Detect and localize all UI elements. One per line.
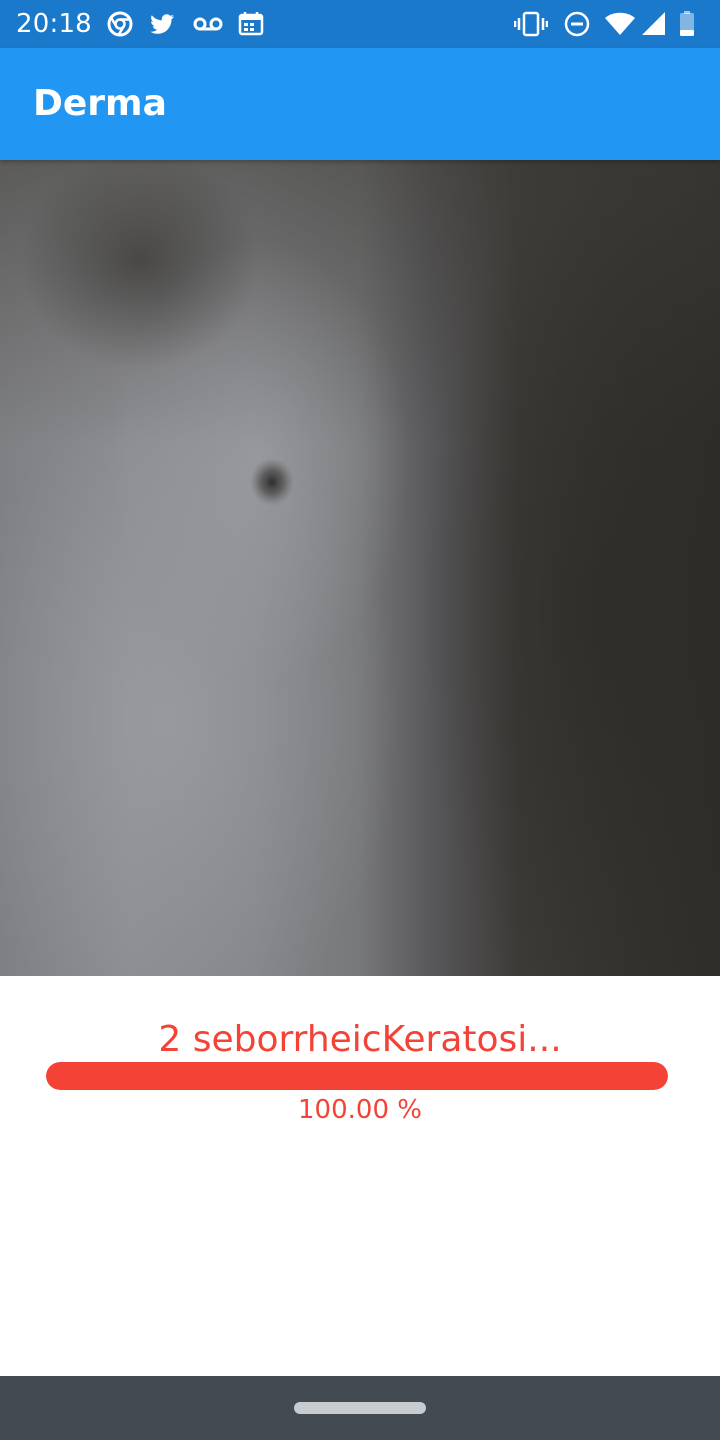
battery-icon [678, 10, 696, 38]
confidence-progress-fill [46, 1062, 668, 1090]
lesion-spot [250, 458, 294, 506]
app-title: Derma [33, 83, 167, 124]
prediction-label: 2 seborrheicKeratosi... [158, 1019, 562, 1060]
wifi-icon [604, 10, 636, 38]
signal-icon [640, 10, 668, 38]
twitter-icon [148, 10, 176, 38]
skin-photo [0, 160, 720, 976]
confidence-progress-bar [46, 1062, 668, 1090]
do-not-disturb-icon [563, 10, 591, 38]
confidence-percent: 100.00 % [298, 1095, 422, 1125]
vibrate-icon [514, 10, 548, 38]
app-bar: Derma [0, 48, 720, 160]
navigation-bar [0, 1376, 720, 1440]
status-time: 20:18 [16, 9, 92, 39]
calendar-icon [237, 10, 265, 38]
chrome-icon [106, 10, 134, 38]
home-gesture-pill[interactable] [294, 1402, 426, 1414]
status-bar: 20:18 [0, 0, 720, 48]
screen: 20:18 Derma 2 seborrheicKeratosi... 100.… [0, 0, 720, 1440]
voicemail-icon [192, 10, 224, 38]
